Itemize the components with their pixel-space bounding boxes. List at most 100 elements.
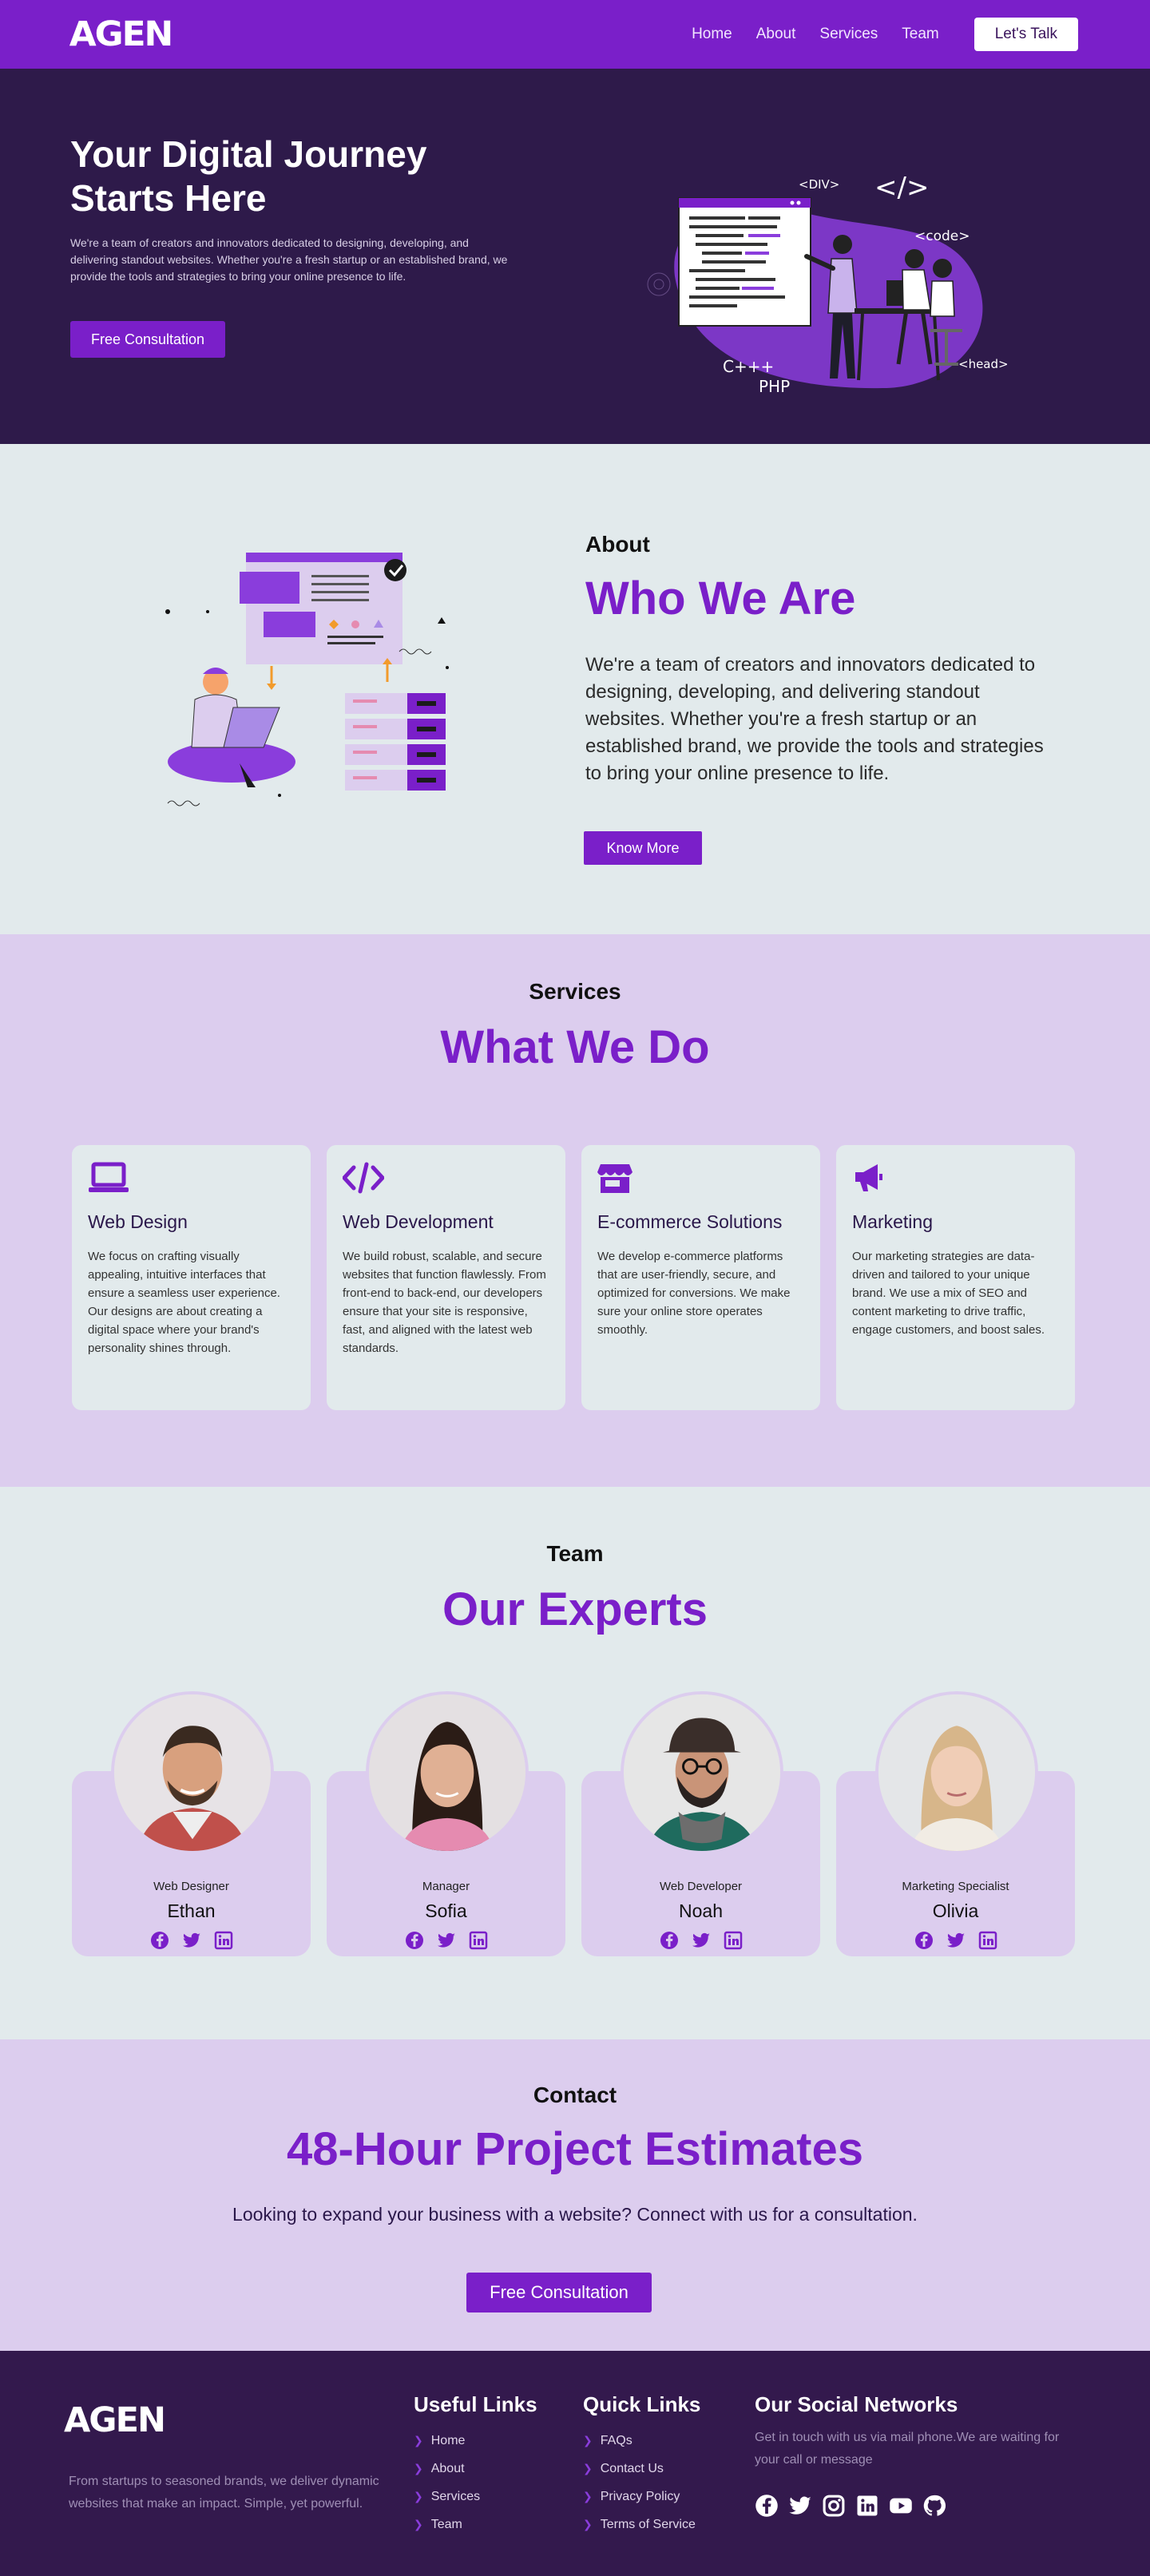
facebook-icon[interactable] (914, 1931, 934, 1950)
linkedin-icon[interactable] (724, 1931, 743, 1950)
nav-link-about[interactable]: About (756, 26, 796, 43)
hero-developers-illustration: <DIV> </> <code> <head> C+++ PHP (647, 172, 1009, 396)
footer-link-about[interactable]: ❯ About (414, 2455, 537, 2483)
svg-text:C+++: C+++ (723, 357, 774, 376)
hero-section: Your Digital Journey Starts Here We're a… (0, 69, 1150, 444)
footer-quick-links: Quick Links ❯ FAQs ❯ Contact Us ❯ Privacy P… (583, 2392, 700, 2538)
service-card-web-design[interactable]: Web Design We focus on crafting visually… (72, 1145, 311, 1410)
service-card-marketing[interactable]: Marketing Our marketing strategies are d… (836, 1145, 1075, 1410)
hero-title: Your Digital Journey Starts Here (70, 133, 427, 219)
svg-text:PHP: PHP (759, 377, 790, 396)
footer-logo[interactable]: AGEN (64, 2400, 166, 2440)
instagram-icon[interactable] (822, 2494, 846, 2518)
site-logo[interactable]: AGEN (69, 14, 173, 54)
about-section: About Who We Are We're a team of creator… (0, 444, 1150, 934)
facebook-icon[interactable] (405, 1931, 424, 1950)
footer-social-text: Get in touch with us via mail phone.We a… (755, 2431, 1060, 2467)
footer-link-label: FAQs (600, 2433, 632, 2447)
team-section: Team Our Experts Web Designer Ethan Mana… (0, 1487, 1150, 2039)
svg-text:</>: </> (874, 172, 929, 204)
facebook-icon[interactable] (150, 1931, 169, 1950)
footer-link-faqs[interactable]: ❯ FAQs (583, 2427, 700, 2455)
team-cards: Web Designer Ethan Manager Sofia Web Dev… (72, 1691, 1075, 1956)
team-member-role: Manager (422, 1880, 470, 1893)
service-card-title: Web Development (343, 1211, 494, 1232)
team-member-role: Marketing Specialist (902, 1880, 1009, 1893)
hero-description: We're a team of creators and innovators … (70, 236, 508, 283)
nav-links: Home About Services Team Let's Talk (668, 18, 1078, 51)
footer-link-services[interactable]: ❯ Services (414, 2483, 537, 2511)
team-member-name: Sofia (425, 1900, 467, 1921)
facebook-icon[interactable] (660, 1931, 679, 1950)
hero-consultation-button[interactable]: Free Consultation (70, 321, 225, 358)
github-icon[interactable] (922, 2494, 946, 2518)
contact-description: Looking to expand your business with a w… (232, 2204, 918, 2225)
know-more-button[interactable]: Know More (584, 831, 702, 865)
footer-link-contact-us[interactable]: ❯ Contact Us (583, 2455, 700, 2483)
chevron-right-icon: ❯ (414, 2462, 423, 2475)
nav-link-team[interactable]: Team (902, 26, 938, 43)
footer-link-label: Privacy Policy (600, 2489, 680, 2503)
contact-kicker: Contact (533, 2083, 617, 2107)
twitter-icon[interactable] (692, 1931, 711, 1950)
chevron-right-icon: ❯ (583, 2462, 593, 2475)
megaphone-icon (855, 1164, 882, 1191)
about-description: We're a team of creators and innovators … (585, 654, 1044, 784)
contact-section: Contact 48-Hour Project Estimates Lookin… (0, 2039, 1150, 2351)
twitter-icon[interactable] (946, 1931, 966, 1950)
nav-link-services[interactable]: Services (819, 26, 878, 43)
services-cards: Web Design We focus on crafting visually… (72, 1145, 1075, 1410)
about-kicker: About (585, 532, 650, 557)
team-member-name: Noah (679, 1900, 723, 1921)
team-member-name: Olivia (932, 1900, 979, 1921)
team-member-photo (875, 1691, 1038, 1854)
twitter-icon[interactable] (788, 2494, 812, 2518)
chevron-right-icon: ❯ (583, 2518, 593, 2530)
services-section: Services What We Do Web Design We focus … (0, 934, 1150, 1487)
linkedin-icon[interactable] (469, 1931, 488, 1950)
linkedin-icon[interactable] (214, 1931, 233, 1950)
team-member-photo (621, 1691, 783, 1854)
code-icon (342, 1162, 385, 1194)
footer-link-privacy-policy[interactable]: ❯ Privacy Policy (583, 2483, 700, 2511)
footer-link-label: Home (430, 2433, 466, 2447)
service-card-text: We focus on crafting visually appealing,… (88, 1250, 280, 1355)
footer-useful-links: Useful Links ❯ Home ❯ About ❯ Services ❯ Tea… (414, 2392, 537, 2538)
footer-social-icons (755, 2494, 1074, 2518)
footer-social-networks: Our Social Networks Get in touch with us… (755, 2392, 1074, 2518)
twitter-icon[interactable] (437, 1931, 456, 1950)
youtube-icon[interactable] (889, 2494, 913, 2518)
team-member-social (327, 1931, 565, 1950)
services-title: What We Do (440, 1021, 710, 1073)
footer-link-label: Team (430, 2517, 462, 2531)
facebook-icon[interactable] (755, 2494, 779, 2518)
footer-link-team[interactable]: ❯ Team (414, 2511, 537, 2538)
team-member-photo (111, 1691, 274, 1854)
service-card-web-development[interactable]: Web Development We build robust, scalabl… (327, 1145, 565, 1410)
linkedin-icon[interactable] (978, 1931, 997, 1950)
team-card-noah: Web Developer Noah (581, 1691, 820, 1956)
about-title: Who We Are (585, 573, 856, 624)
service-card-text: Our marketing strategies are data-driven… (852, 1250, 1045, 1337)
team-member-social (72, 1931, 311, 1950)
laptop-icon (89, 1162, 129, 1192)
lets-talk-button[interactable]: Let's Talk (974, 18, 1078, 51)
chevron-right-icon: ❯ (414, 2434, 423, 2447)
footer-link-label: Services (430, 2489, 481, 2503)
service-card-ecommerce[interactable]: E-commerce Solutions We develop e-commer… (581, 1145, 820, 1410)
nav-link-home[interactable]: Home (692, 26, 732, 43)
team-member-role: Web Designer (153, 1880, 229, 1893)
chevron-right-icon: ❯ (414, 2490, 423, 2503)
footer-link-home[interactable]: ❯ Home (414, 2427, 537, 2455)
team-card-ethan: Web Designer Ethan (72, 1691, 311, 1956)
team-kicker: Team (546, 1541, 604, 1566)
footer-link-terms-of-service[interactable]: ❯ Terms of Service (583, 2511, 700, 2538)
team-member-photo (366, 1691, 529, 1854)
contact-consultation-button[interactable]: Free Consultation (466, 2273, 652, 2312)
store-icon (597, 1164, 632, 1193)
service-card-text: We build robust, scalable, and secure we… (343, 1250, 546, 1355)
twitter-icon[interactable] (182, 1931, 201, 1950)
linkedin-icon[interactable] (855, 2494, 879, 2518)
service-card-title: Web Design (88, 1211, 188, 1232)
footer-social-title: Our Social Networks (755, 2392, 958, 2416)
